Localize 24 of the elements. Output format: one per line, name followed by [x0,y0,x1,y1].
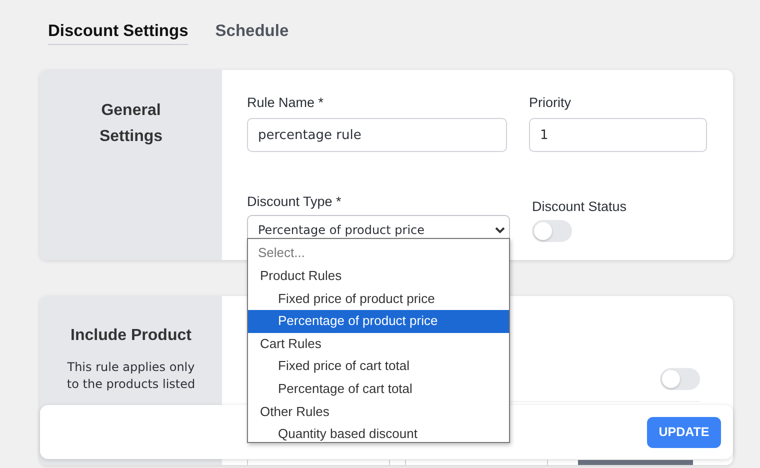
menu-group-label: Other Rules [259,402,330,421]
field-label: Priority [529,95,572,110]
field-label: Discount Type * [247,194,342,209]
menu-group-label: Cart Rules [259,334,322,353]
menu-item[interactable]: Fixed price of cart total [248,355,509,378]
toggle-switch[interactable] [660,368,700,390]
field-label: Rule Name * [247,95,325,110]
menu-item[interactable]: Quantity based discount [248,423,509,446]
menu-group-label: Product Rules [259,267,343,285]
update-button[interactable]: UPDATE [647,416,721,448]
tab[interactable]: Discount Settings [48,22,188,45]
section-title: General Settings [98,101,164,147]
input-field[interactable]: 1 [529,118,707,152]
toggle-switch[interactable] [532,220,572,242]
menu-placeholder[interactable]: Select... [248,242,509,265]
section-title: Include Product [70,327,192,345]
tab[interactable]: Schedule [215,22,289,45]
section-description: This rule applies only to the products listed [66,359,196,393]
menu-item[interactable]: Percentage of product price [248,310,509,333]
menu-item[interactable]: Percentage of cart total [248,378,509,401]
chevron-down-icon [495,226,505,234]
field-label: Discount Status [532,199,628,214]
input-field[interactable]: percentage rule [247,118,507,152]
menu-item[interactable]: Fixed price of product price [248,288,509,310]
